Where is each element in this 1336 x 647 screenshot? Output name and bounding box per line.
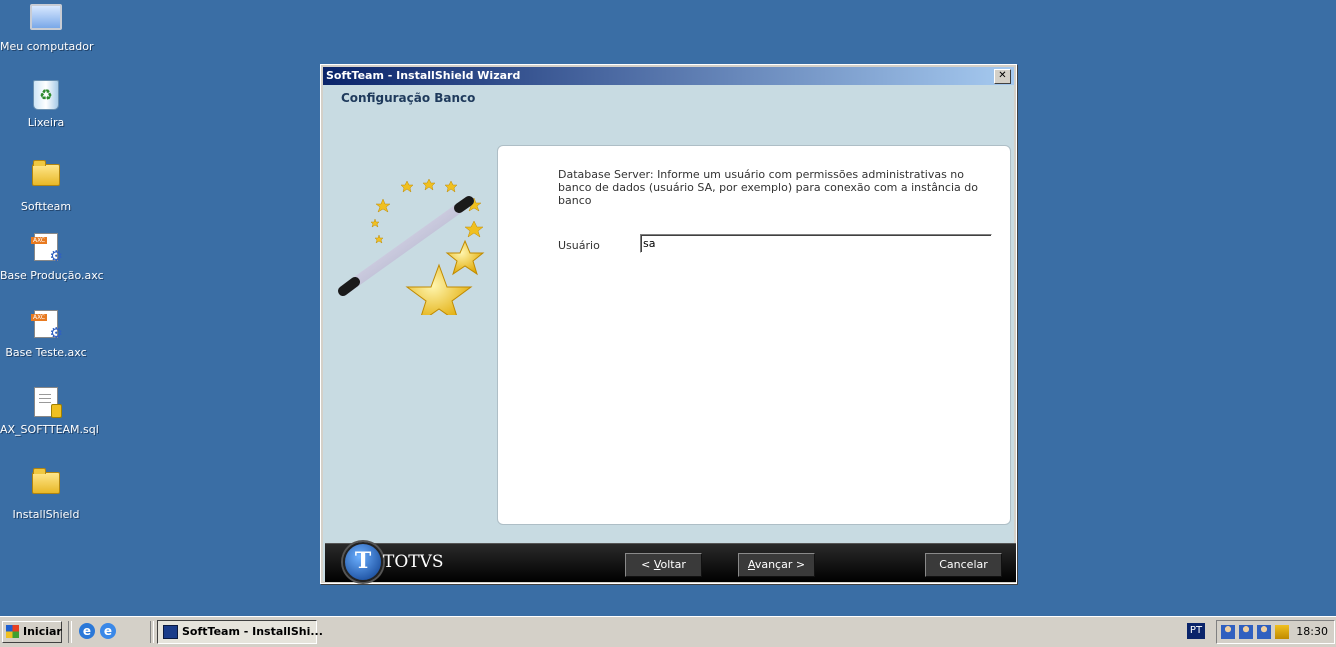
task-button-installshield[interactable]: SoftTeam - InstallShi... — [157, 620, 323, 644]
windows-logo-icon — [6, 625, 19, 638]
instructions-text: Database Server: Informe um usuário com … — [558, 168, 978, 207]
desktop-icon-recycle-bin[interactable]: ♻ Lixeira — [0, 80, 92, 129]
axc-file-icon: AXC ⚙ — [30, 310, 63, 342]
taskbar-separator — [150, 621, 154, 643]
clock: 18:30 — [1296, 625, 1328, 638]
folder-icon — [30, 468, 62, 504]
desktop-icon-base-producao[interactable]: AXC ⚙ Base Produção.axc — [0, 233, 104, 282]
desktop-icon-label: AX_SOFTTEAM.sql — [0, 423, 99, 436]
user-label: Usuário — [558, 239, 600, 252]
desktop-icon-label: Base Produção.axc — [0, 269, 104, 282]
user-input[interactable] — [640, 234, 992, 253]
installshield-wizard-window: SoftTeam - InstallShield Wizard ✕ Config… — [320, 64, 1017, 584]
internet-explorer-icon[interactable]: e — [79, 623, 95, 639]
network-user-icon[interactable] — [1257, 625, 1271, 639]
browser-quicklaunch-icon[interactable]: e — [100, 623, 116, 639]
page-title: Configuração Banco — [341, 91, 476, 105]
desktop-icon-label: Lixeira — [27, 116, 65, 129]
desktop-icon-label: Meu computador — [0, 40, 94, 53]
window-title: SoftTeam - InstallShield Wizard — [326, 69, 521, 82]
folder-icon — [30, 160, 62, 196]
totvs-logo-icon: T — [343, 542, 383, 582]
magic-wand-illustration — [331, 155, 501, 325]
wizard-client-area: Configuração Banco Database Server: Info… — [323, 85, 1016, 582]
cancel-button[interactable]: Cancelar — [925, 553, 1002, 577]
security-warning-icon[interactable] — [1275, 625, 1289, 639]
desktop-icon-softteam[interactable]: Softteam — [0, 156, 92, 213]
window-app-icon — [163, 625, 178, 639]
title-bar[interactable]: SoftTeam - InstallShield Wizard ✕ — [323, 67, 1014, 85]
start-label: Iniciar — [23, 625, 62, 638]
system-tray: 18:30 — [1216, 620, 1335, 644]
wizard-footer: T TOTVS < Voltar Avançar > Cancelar — [325, 542, 1016, 582]
desktop-icon-sql[interactable]: AX_SOFTTEAM.sql — [0, 387, 99, 436]
recycle-bin-icon: ♻ — [30, 80, 62, 112]
task-button-label: SoftTeam - InstallShi... — [182, 625, 323, 638]
close-icon: ✕ — [998, 70, 1007, 81]
totvs-brand-text: TOTVS — [383, 552, 444, 572]
start-button[interactable]: Iniciar — [2, 621, 62, 643]
magic-wand-icon — [338, 178, 485, 325]
desktop-icon-label: Softteam — [20, 200, 72, 213]
desktop-icon-my-computer[interactable]: Meu computador — [0, 4, 94, 53]
axc-file-icon: AXC ⚙ — [30, 233, 63, 265]
taskbar-separator — [68, 621, 72, 643]
next-button[interactable]: Avançar > — [738, 553, 815, 577]
close-button[interactable]: ✕ — [994, 69, 1011, 84]
content-panel: Database Server: Informe um usuário com … — [497, 145, 1011, 525]
network-user-icon[interactable] — [1221, 625, 1235, 639]
desktop-icon-installshield[interactable]: InstallShield — [0, 464, 92, 521]
taskbar: Iniciar e e SoftTeam - InstallShi... PT … — [0, 616, 1336, 647]
language-indicator[interactable]: PT — [1187, 623, 1205, 639]
desktop-icon-label: InstallShield — [12, 508, 80, 521]
my-computer-icon — [30, 4, 62, 36]
back-button[interactable]: < Voltar — [625, 553, 702, 577]
desktop-icon-base-teste[interactable]: AXC ⚙ Base Teste.axc — [0, 310, 92, 359]
sql-file-icon — [30, 387, 62, 419]
desktop-icon-label: Base Teste.axc — [5, 346, 87, 359]
network-user-icon[interactable] — [1239, 625, 1253, 639]
